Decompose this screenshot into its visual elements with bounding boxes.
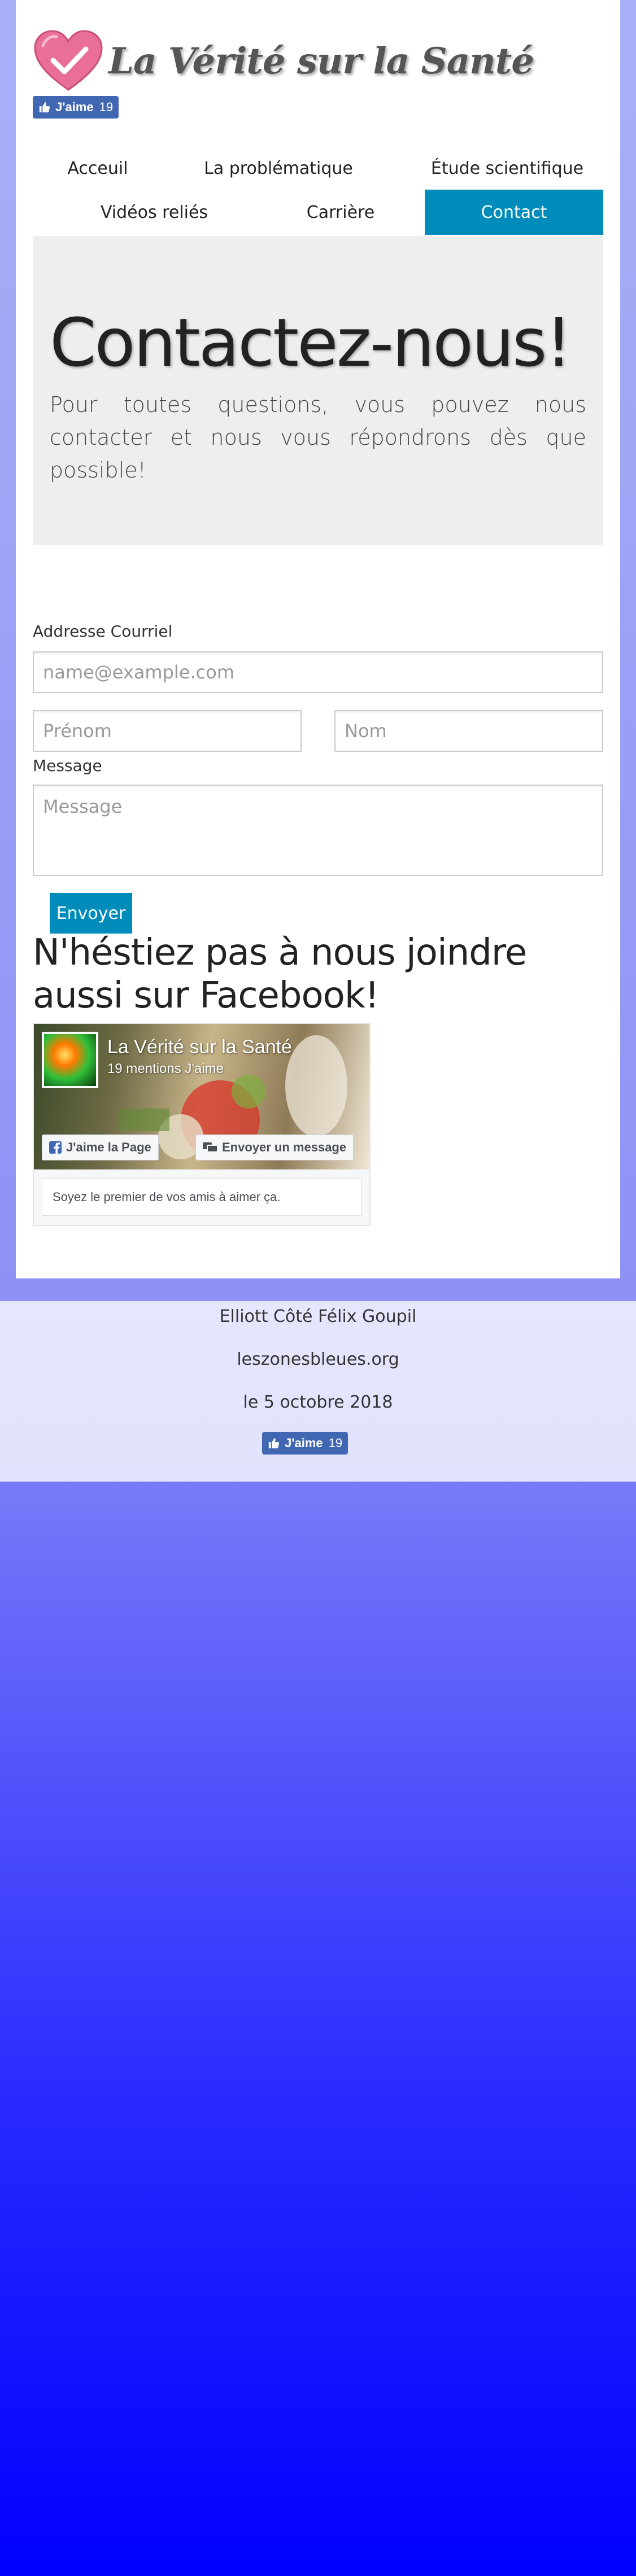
nav-label: Acceuil — [67, 158, 128, 178]
email-label: Addresse Courriel — [33, 622, 173, 641]
thumbs-up-icon — [39, 102, 50, 113]
nav-label: La problématique — [204, 158, 353, 178]
nav-label: Étude scientifique — [430, 158, 584, 178]
message-textarea[interactable]: Message — [33, 785, 603, 876]
page-avatar[interactable] — [42, 1032, 98, 1088]
lastname-field[interactable]: Nom — [334, 710, 603, 752]
message-placeholder: Message — [43, 796, 123, 817]
email-field[interactable]: name@example.com — [33, 651, 603, 693]
page-mentions: 19 mentions J'aime — [107, 1061, 224, 1076]
footer-date: le 5 octobre 2018 — [243, 1392, 393, 1412]
nav-label: Carrière — [306, 202, 375, 222]
nav-item-carriere[interactable]: Carrière — [259, 190, 422, 235]
like-count: 19 — [328, 1436, 343, 1450]
footer-authors: Elliott Côté Félix Goupil — [219, 1307, 417, 1326]
site-footer: Elliott Côté Félix Goupil leszonesbleues… — [0, 1301, 636, 1482]
heart-check-icon — [33, 29, 104, 93]
nav-item-problematique[interactable]: La problématique — [185, 146, 372, 191]
facebook-page-widget[interactable]: La Vérité sur la Santé 19 mentions J'aim… — [33, 1023, 371, 1226]
firstname-placeholder: Prénom — [43, 720, 112, 742]
send-message-button[interactable]: Envoyer un message — [195, 1134, 354, 1160]
footer-website[interactable]: leszonesbleues.org — [0, 1350, 636, 1369]
like-label: J'aime — [55, 100, 94, 114]
nav-item-contact[interactable]: Contact — [425, 190, 603, 235]
like-page-button[interactable]: J'aime la Page — [42, 1134, 159, 1160]
facebook-cover-image: La Vérité sur la Santé 19 mentions J'aim… — [34, 1024, 369, 1169]
facebook-icon — [49, 1141, 62, 1154]
like-page-label: J'aime la Page — [66, 1140, 151, 1154]
facebook-heading: N'héstiez pas à nous joindre aussi sur F… — [33, 932, 527, 1017]
facebook-like-button[interactable]: J'aime 19 — [33, 96, 119, 119]
main-card: La Vérité sur la Santé J'aime 19 Acceuil… — [16, 0, 620, 1278]
like-count: 19 — [99, 100, 114, 114]
hero-banner: Contactez-nous! Pour toutes questions, v… — [33, 236, 603, 545]
message-label: Message — [33, 756, 102, 775]
nav-label: Vidéos reliés — [100, 202, 208, 222]
friends-like-text: Soyez le premier de vos amis à aimer ça. — [42, 1179, 361, 1216]
firstname-field[interactable]: Prénom — [33, 710, 302, 752]
site-logo[interactable]: La Vérité sur la Santé — [33, 27, 534, 95]
nav-label: Contact — [481, 202, 547, 222]
lastname-placeholder: Nom — [345, 720, 387, 742]
like-label: J'aime — [285, 1436, 323, 1450]
page-name[interactable]: La Vérité sur la Santé — [107, 1036, 292, 1058]
thumbs-up-icon — [268, 1438, 280, 1449]
footer-like-button[interactable]: J'aime 19 — [262, 1432, 349, 1455]
hero-text: Pour toutes questions, vous pouvez nous … — [50, 392, 586, 483]
page-title: Contactez-nous! — [50, 304, 572, 382]
send-button[interactable]: Envoyer — [50, 893, 132, 934]
site-title: La Vérité sur la Santé — [108, 40, 534, 82]
email-placeholder: name@example.com — [43, 661, 234, 683]
send-message-label: Envoyer un message — [222, 1140, 347, 1154]
nav-item-etude-scientifique[interactable]: Étude scientifique — [411, 146, 603, 191]
nav-item-acceuil[interactable]: Acceuil — [33, 146, 163, 191]
messages-icon — [203, 1142, 217, 1153]
nav-item-videos[interactable]: Vidéos reliés — [72, 190, 236, 235]
